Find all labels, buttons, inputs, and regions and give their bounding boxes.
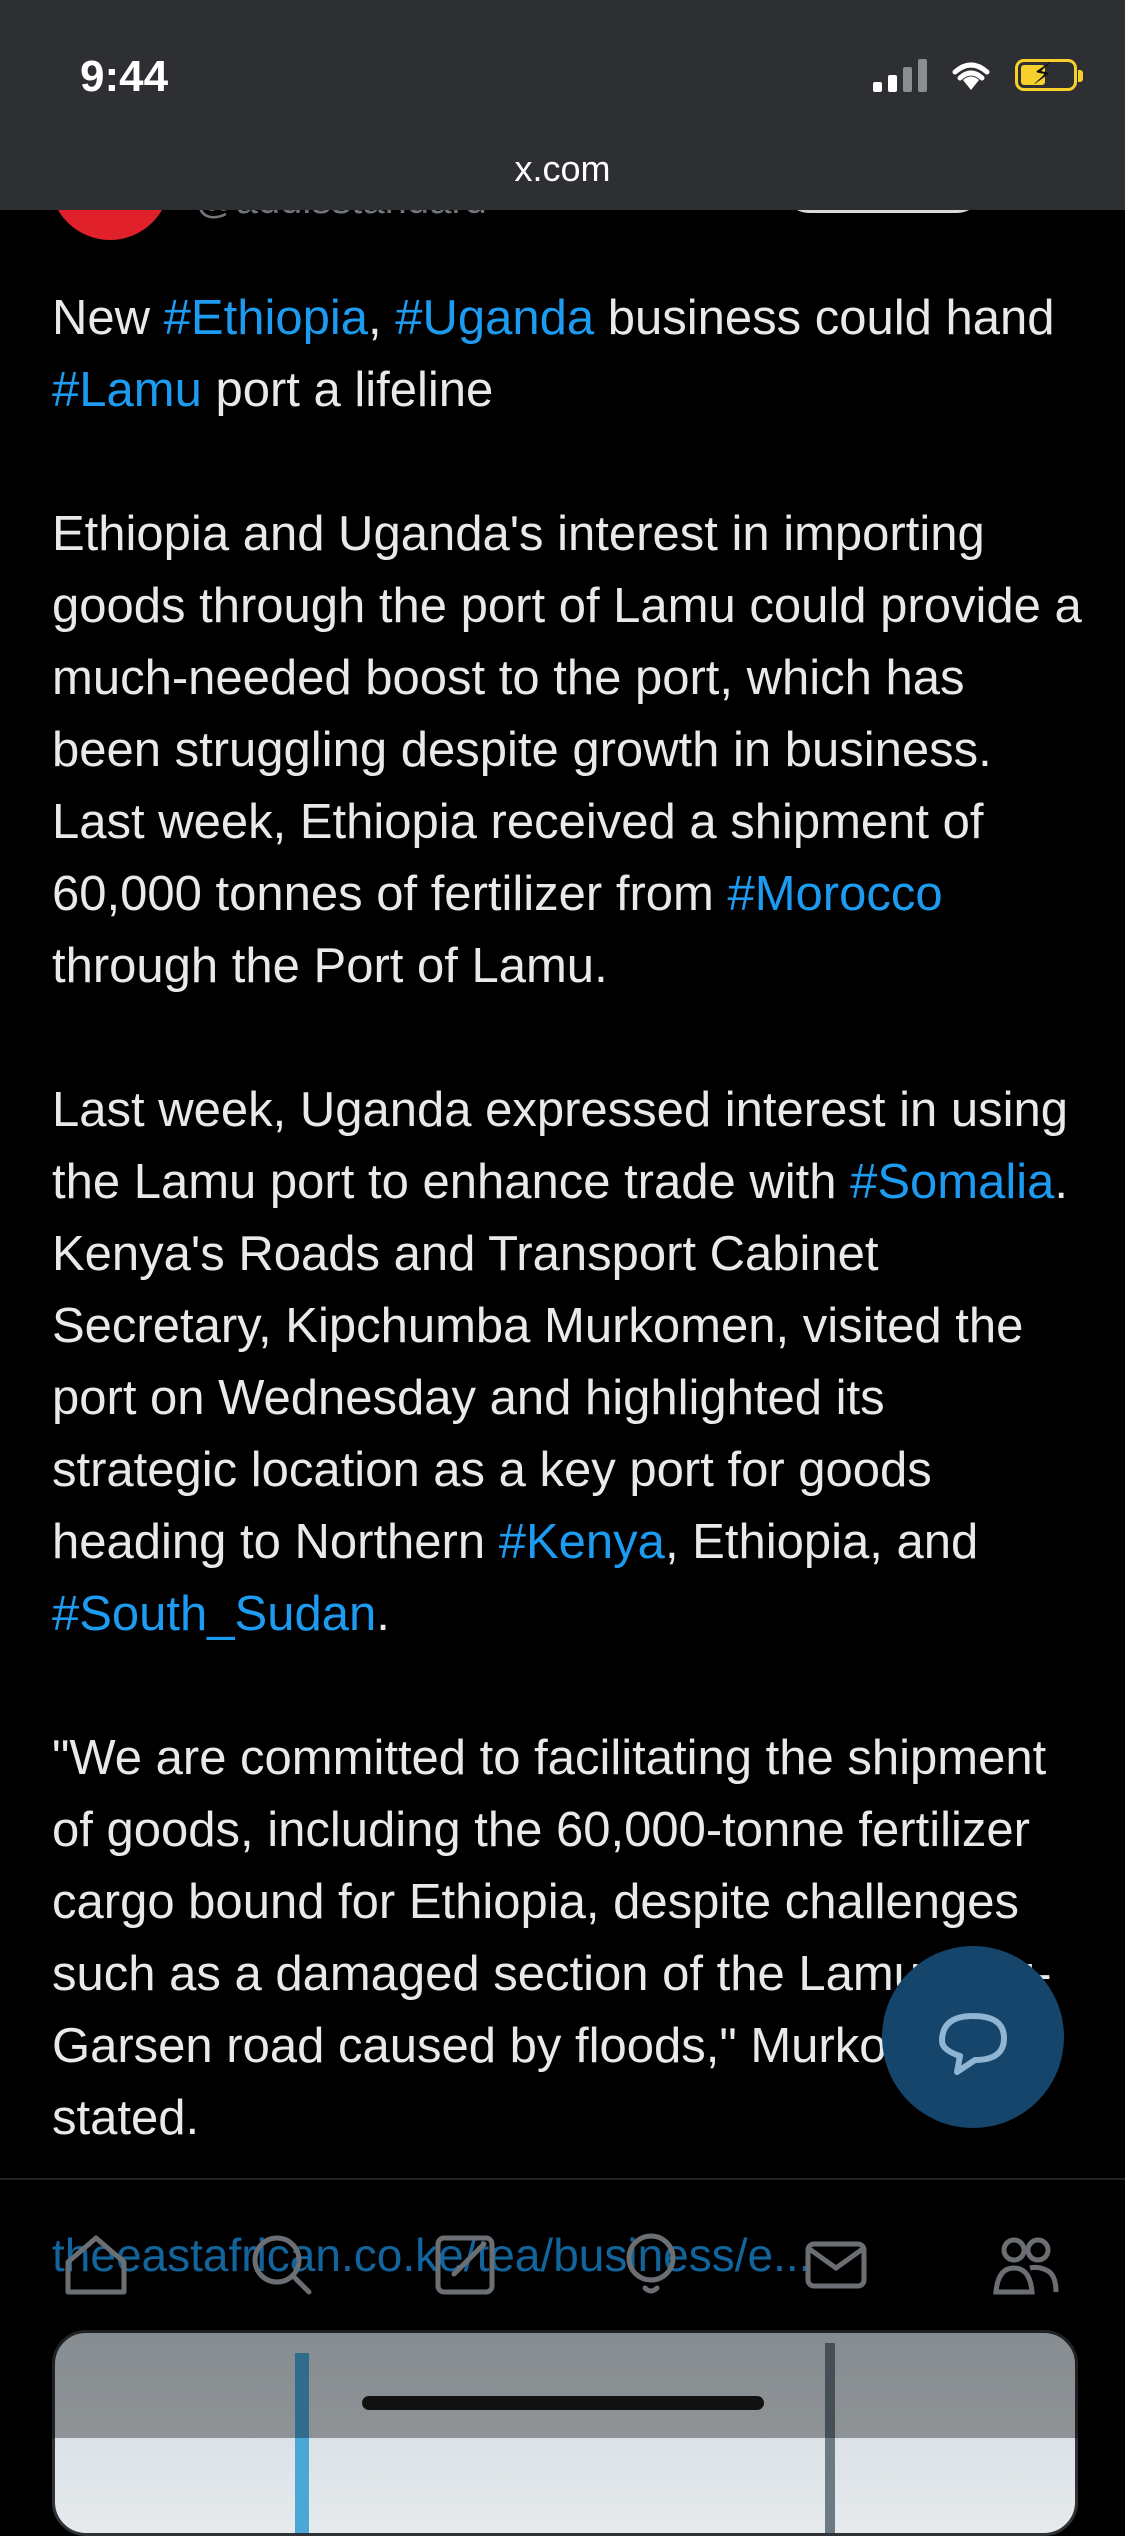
tweet-text-segment: . Kenya's Roads and Transport Cabinet Se… — [52, 1155, 1069, 1569]
messages-icon[interactable] — [800, 2228, 872, 2300]
hashtag-link[interactable]: #Uganda — [395, 291, 594, 345]
home-icon[interactable] — [60, 2228, 132, 2300]
search-icon[interactable] — [245, 2228, 317, 2300]
wifi-icon — [952, 62, 990, 90]
tweet-paragraph: New #Ethiopia, #Uganda business could ha… — [52, 282, 1082, 426]
tweet-text-segment: . — [376, 1587, 390, 1641]
tweet-text-segment: business could hand — [594, 291, 1055, 345]
cellular-signal-icon — [873, 58, 927, 92]
address-bar-url[interactable]: x.com — [0, 148, 1125, 190]
reply-fab-button[interactable] — [882, 1946, 1064, 2128]
communities-icon[interactable] — [990, 2228, 1062, 2300]
status-time: 9:44 — [80, 52, 169, 101]
reply-bubble-icon — [939, 2013, 1007, 2075]
spaces-icon[interactable] — [615, 2228, 687, 2300]
hashtag-link[interactable]: #Somalia — [850, 1155, 1054, 1209]
hashtag-link[interactable]: #South_Sudan — [52, 1587, 376, 1641]
tweet-text-segment: through the Port of Lamu. — [52, 939, 608, 993]
hashtag-link[interactable]: #Morocco — [727, 867, 942, 921]
top-bar: 9:44 ⚡ x.com — [0, 0, 1125, 210]
tweet-text-segment: New — [52, 291, 164, 345]
tweet-text-segment: port a lifeline — [201, 363, 494, 417]
tweet-text-segment: , — [367, 291, 396, 345]
hashtag-link[interactable]: #Lamu — [52, 363, 202, 417]
hashtag-link[interactable]: #Kenya — [499, 1515, 665, 1569]
tweet-paragraph: Ethiopia and Uganda's interest in import… — [52, 498, 1082, 1002]
hashtag-link[interactable]: #Ethiopia — [164, 291, 368, 345]
tweet-text-segment: , Ethiopia, and — [664, 1515, 979, 1569]
tweet-paragraph: Last week, Uganda expressed interest in … — [52, 1074, 1082, 1650]
tweet-text-segment: Ethiopia and Uganda's interest in import… — [52, 507, 1082, 921]
status-icons: ⚡ — [873, 58, 1083, 92]
battery-charging-icon: ⚡ — [1015, 58, 1083, 91]
home-indicator — [362, 2396, 764, 2410]
tweet-text: New #Ethiopia, #Uganda business could ha… — [52, 282, 1082, 2226]
compose-icon[interactable] — [430, 2228, 502, 2300]
